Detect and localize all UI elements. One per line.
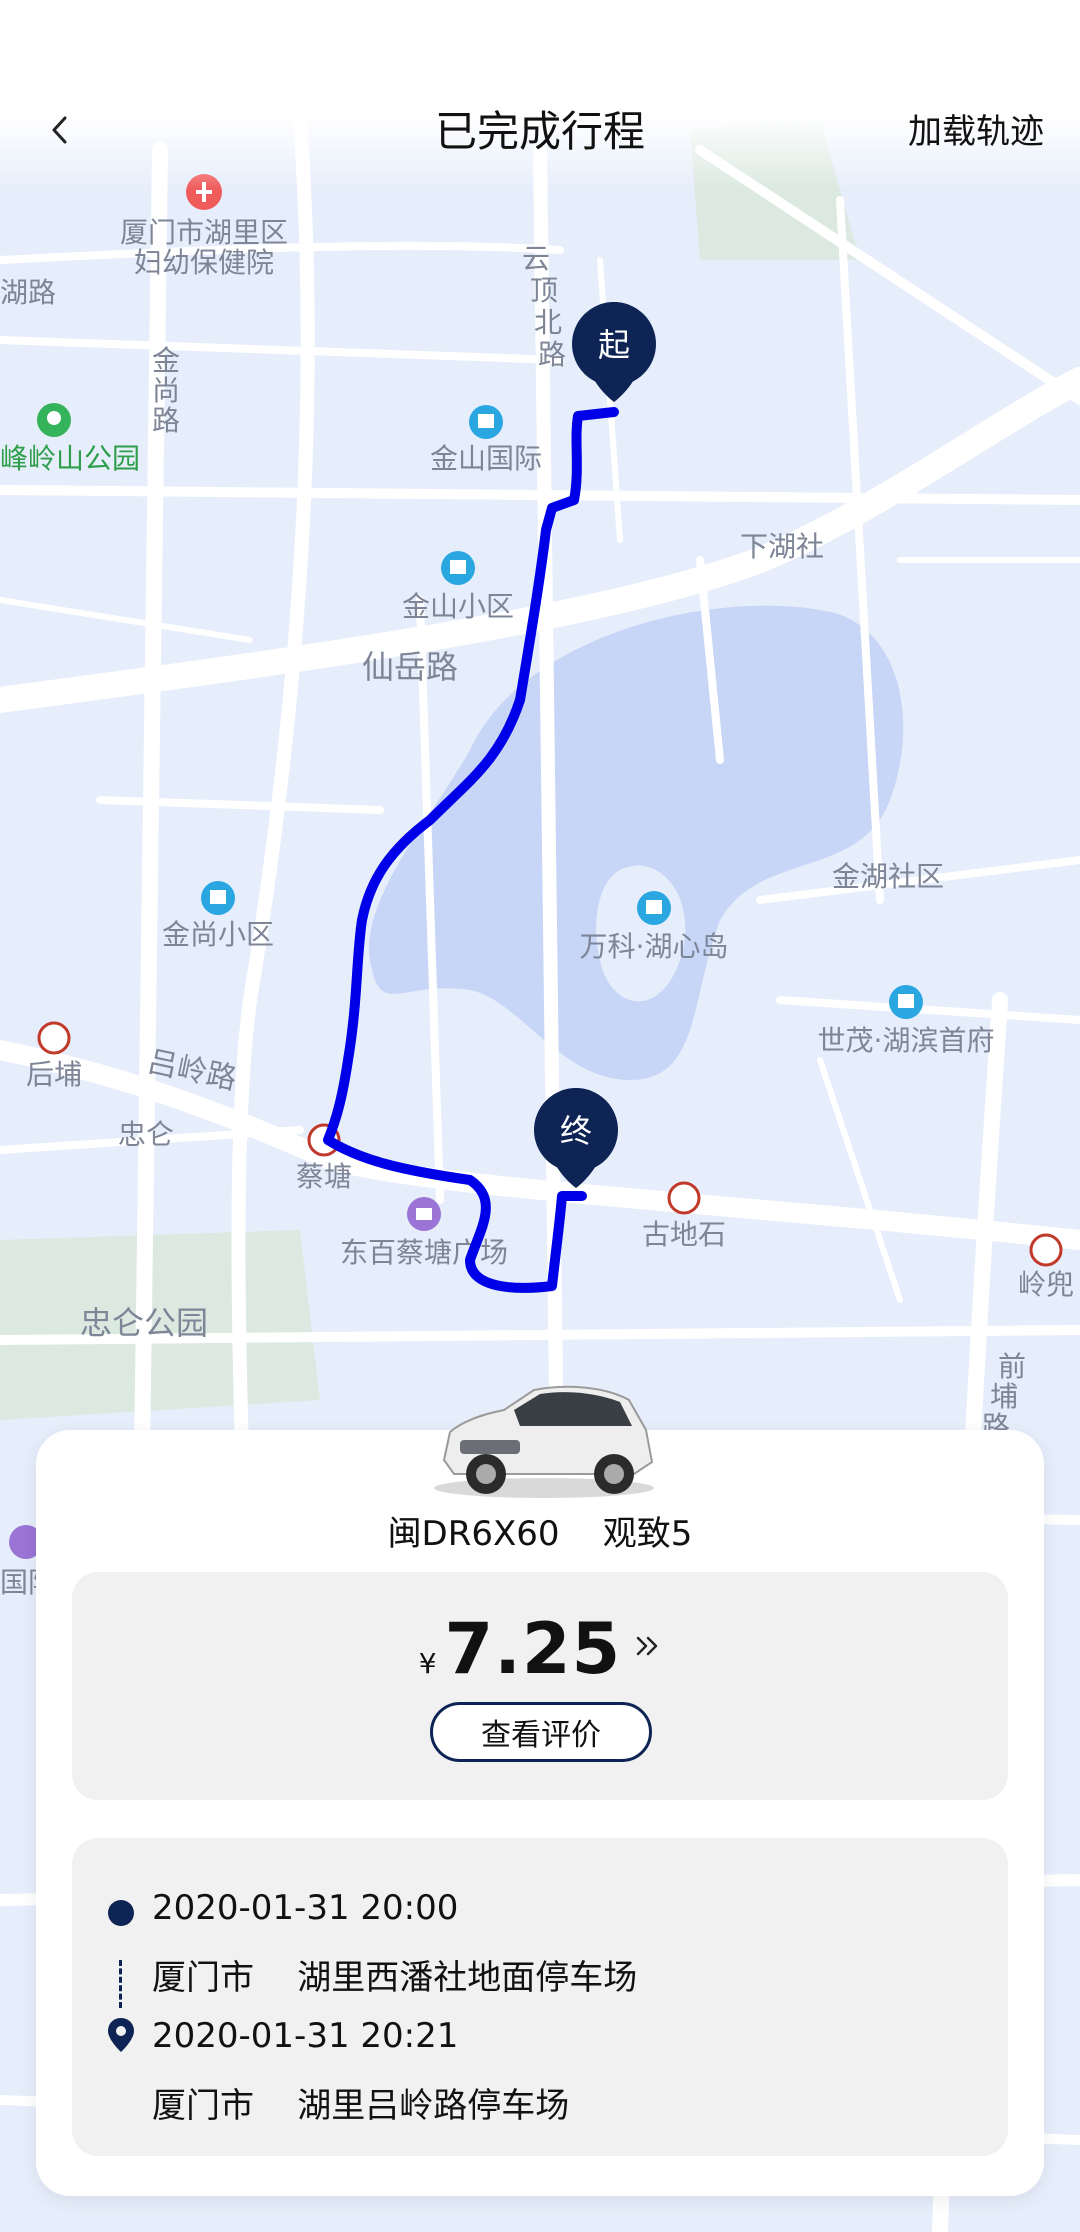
map-label-hospital: 厦门市湖里区 bbox=[120, 216, 288, 249]
map-label-road: 埔 bbox=[990, 1380, 1018, 1413]
map-label-road: 前 bbox=[998, 1350, 1026, 1383]
map-label-park: 忠仑公园 bbox=[80, 1304, 208, 1342]
map-label-park: 峰岭山公园 bbox=[0, 442, 140, 475]
building-icon bbox=[889, 985, 923, 1019]
map-label-poi: 金湖社区 bbox=[832, 860, 944, 893]
car-image bbox=[434, 1385, 654, 1498]
map-label-poi: 金尚小区 bbox=[162, 918, 274, 951]
building-icon bbox=[469, 405, 503, 439]
location-pin-icon bbox=[108, 2018, 134, 2052]
top-bar: 已完成行程 加载轨迹 bbox=[0, 0, 1080, 190]
metro-icon bbox=[667, 1181, 701, 1215]
start-marker-label: 起 bbox=[598, 326, 630, 364]
map-label-poi: 万科·湖心岛 bbox=[580, 930, 729, 963]
start-time: 2020-01-31 20:00 bbox=[152, 1888, 459, 1928]
double-chevron-right-icon[interactable] bbox=[635, 1630, 661, 1665]
end-time: 2020-01-31 20:21 bbox=[152, 2016, 459, 2056]
fare-row[interactable]: ¥ 7.25 bbox=[72, 1608, 1008, 1690]
map-label-road: 尚 bbox=[152, 374, 180, 407]
trip-card: 闽DR6X60 观致5 ¥ 7.25 查看评价 2020-01-31 20:00… bbox=[36, 1385, 1044, 2196]
shopping-icon bbox=[407, 1197, 441, 1231]
load-track-button[interactable]: 加载轨迹 bbox=[908, 104, 1044, 153]
trip-details: 2020-01-31 20:00 厦门市 湖里西潘社地面停车场 2020-01-… bbox=[72, 1838, 1008, 2156]
map-label-metro: 后埔 bbox=[26, 1058, 82, 1091]
map-label-road: 路 bbox=[538, 338, 566, 371]
map-label-metro: 岭兜 bbox=[1018, 1268, 1074, 1301]
map-label-road: 湖路 bbox=[0, 276, 56, 309]
map-label-road: 路 bbox=[152, 404, 180, 437]
map-label-road: 金 bbox=[152, 344, 180, 377]
view-review-button[interactable]: 查看评价 bbox=[430, 1702, 652, 1762]
map-label-road: 北 bbox=[534, 306, 562, 339]
map-label-road: 顶 bbox=[530, 274, 558, 307]
metro-icon bbox=[1029, 1233, 1063, 1267]
map-label-poi: 忠仑 bbox=[118, 1118, 174, 1151]
end-location: 厦门市 湖里吕岭路停车场 bbox=[152, 2086, 570, 2126]
map-label-poi: 世茂·湖滨首府 bbox=[818, 1024, 995, 1057]
currency-symbol: ¥ bbox=[418, 1647, 437, 1680]
map-label-poi: 东百蔡塘广场 bbox=[340, 1236, 508, 1269]
map-label-poi: 金山国际 bbox=[430, 442, 542, 475]
building-icon bbox=[201, 881, 235, 915]
park-icon bbox=[37, 403, 71, 437]
metro-icon bbox=[37, 1021, 71, 1055]
route-connector bbox=[119, 1960, 122, 2008]
map-label-metro: 古地石 bbox=[642, 1218, 726, 1251]
start-dot-icon bbox=[108, 1900, 134, 1926]
map-label-road: 云 bbox=[522, 242, 550, 275]
fare-section[interactable]: ¥ 7.25 查看评价 bbox=[72, 1572, 1008, 1800]
map-label-hospital: 妇幼保健院 bbox=[134, 246, 274, 279]
end-marker-label: 终 bbox=[560, 1112, 592, 1150]
building-icon bbox=[441, 551, 475, 585]
map-label-road: 仙岳路 bbox=[362, 648, 458, 686]
map-label-poi: 下湖社 bbox=[740, 530, 824, 563]
map-label-poi: 金山小区 bbox=[402, 590, 514, 623]
vehicle-info: 闽DR6X60 观致5 bbox=[387, 1514, 693, 1554]
fare-amount: 7.25 bbox=[444, 1608, 622, 1690]
start-location: 厦门市 湖里西潘社地面停车场 bbox=[152, 1958, 638, 1998]
building-icon bbox=[637, 891, 671, 925]
map-label-metro: 蔡塘 bbox=[296, 1160, 352, 1193]
